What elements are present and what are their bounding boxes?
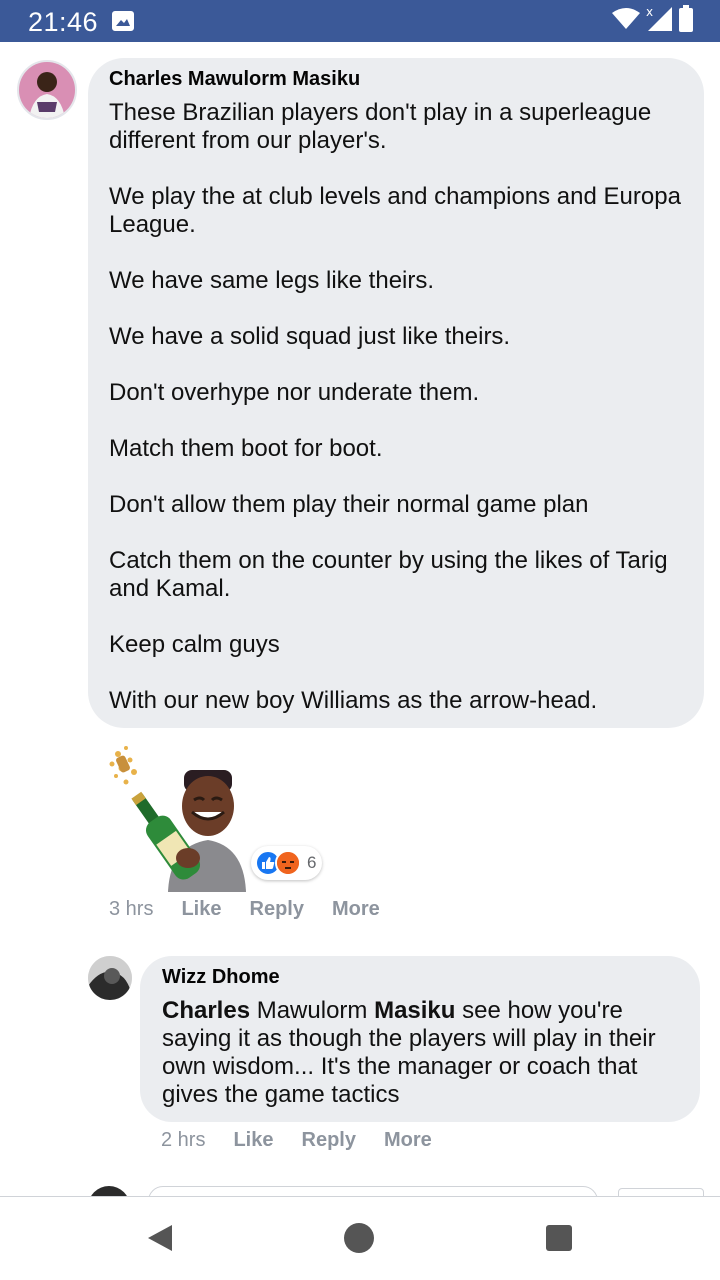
wifi-icon — [612, 7, 640, 35]
reactions-summary[interactable]: 6 — [251, 846, 323, 880]
comment-paragraph: We play the at club levels and champions… — [109, 183, 681, 238]
comment-paragraph: Catch them on the counter by using the l… — [109, 547, 668, 602]
back-icon[interactable] — [146, 1223, 174, 1258]
reply-button[interactable]: Reply — [250, 898, 304, 921]
comment-body: These Brazilian players don't play in a … — [109, 99, 682, 715]
comment-paragraph: Keep calm guys — [109, 631, 280, 658]
more-button[interactable]: More — [384, 1129, 432, 1152]
more-button[interactable]: More — [332, 898, 380, 921]
comment-author[interactable]: Charles Mawulorm Masiku — [109, 68, 682, 91]
comment-actions: 3 hrs Like Reply More — [109, 896, 380, 922]
reply-actions: 2 hrs Like Reply More — [161, 1127, 432, 1153]
comment-paragraph: We have a solid squad just like theirs. — [109, 323, 511, 350]
comment-paragraph: Don't overhype nor underate them. — [109, 379, 480, 406]
comment-paragraph: With our new boy Williams as the arrow-h… — [109, 687, 598, 714]
status-icons: x — [612, 4, 694, 38]
angry-reaction-icon — [275, 850, 301, 876]
comment-bubble: Charles Mawulorm Masiku These Brazilian … — [88, 58, 704, 728]
recents-icon[interactable] — [545, 1224, 573, 1257]
reply-bubble: Wizz Dhome Charles Mawulorm Masiku see h… — [140, 956, 700, 1122]
reaction-count: 6 — [307, 853, 317, 872]
comment-timestamp[interactable]: 3 hrs — [109, 898, 153, 921]
mention-link[interactable]: Charles — [162, 997, 250, 1024]
signal-icon: x — [644, 5, 674, 38]
svg-text:x: x — [646, 5, 653, 19]
commenter-avatar[interactable] — [17, 60, 77, 120]
champagne-sticker[interactable] — [104, 742, 254, 892]
reply-avatar[interactable] — [88, 956, 132, 1000]
reply-button[interactable]: Reply — [302, 1129, 356, 1152]
mention-link[interactable]: Masiku — [374, 997, 455, 1024]
battery-icon — [678, 4, 694, 38]
mention-middle: Mawulorm — [250, 997, 375, 1024]
reply-author[interactable]: Wizz Dhome — [162, 966, 678, 989]
gallery-icon — [112, 11, 134, 31]
status-time: 21:46 — [28, 7, 99, 37]
status-bar: 21:46 x — [0, 0, 720, 42]
reply-body: Charles Mawulorm Masiku see how you're s… — [162, 997, 678, 1109]
comment-paragraph: These Brazilian players don't play in a … — [109, 99, 652, 154]
navigation-bar — [0, 1197, 720, 1280]
like-button[interactable]: Like — [233, 1129, 273, 1152]
comment-paragraph: Don't allow them play their normal game … — [109, 491, 589, 518]
like-button[interactable]: Like — [181, 898, 221, 921]
home-icon[interactable] — [343, 1222, 375, 1259]
reply-timestamp[interactable]: 2 hrs — [161, 1129, 205, 1152]
comment-paragraph: Match them boot for boot. — [109, 435, 383, 462]
comment-paragraph: We have same legs like theirs. — [109, 267, 435, 294]
